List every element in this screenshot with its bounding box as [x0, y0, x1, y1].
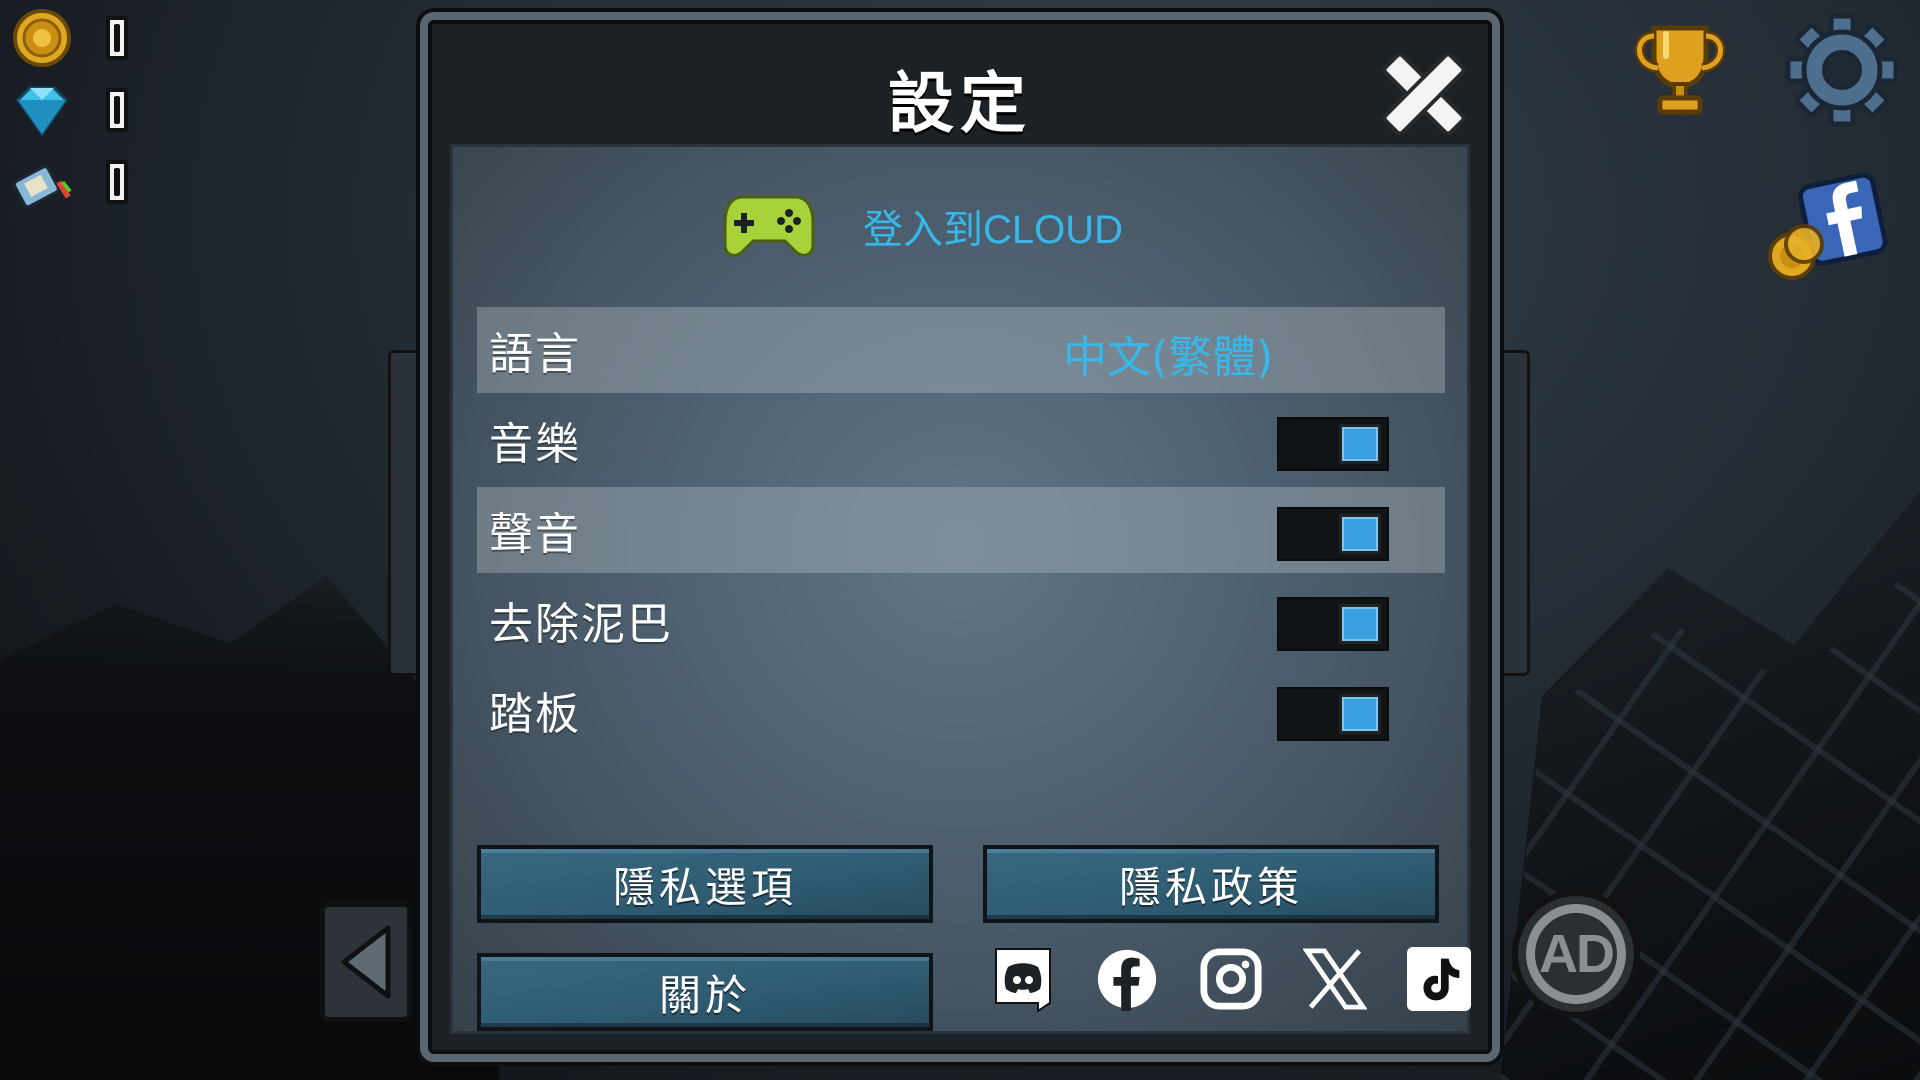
setting-row-pedals: 踏板	[477, 667, 1445, 753]
close-icon	[1382, 52, 1466, 136]
sound-toggle[interactable]	[1277, 507, 1389, 561]
cloud-login-label: 登入到CLOUD	[863, 208, 1124, 252]
language-value[interactable]: 中文(繁體)	[1063, 321, 1273, 385]
toggle-knob	[1339, 604, 1381, 644]
hud-gems: 0	[12, 80, 128, 140]
toggle-knob	[1339, 694, 1381, 734]
button-label: 關於	[658, 970, 751, 1020]
gem-count: 0	[106, 88, 128, 132]
back-button[interactable]	[320, 902, 412, 1022]
setting-row-music: 音樂	[477, 397, 1445, 483]
setting-row-language[interactable]: 語言 中文(繁體)	[477, 307, 1445, 393]
instagram-icon[interactable]	[1199, 945, 1263, 1013]
dialog-title: 設定	[888, 65, 1032, 142]
music-toggle[interactable]	[1277, 417, 1389, 471]
gamepad-icon	[723, 195, 815, 257]
hud-coins: 0	[12, 8, 128, 68]
button-label: 隱私政策	[1118, 862, 1303, 912]
setting-row-sound: 聲音	[477, 487, 1445, 573]
setting-label: 音樂	[489, 419, 581, 470]
ad-label: AD	[1539, 924, 1615, 984]
discord-icon[interactable]	[991, 945, 1055, 1013]
x-icon[interactable]	[1303, 945, 1367, 1013]
setting-row-remove-mud: 去除泥巴	[477, 577, 1445, 663]
gem-icon	[12, 80, 72, 140]
background-pillar	[1498, 350, 1530, 676]
privacy-policy-button[interactable]: 隱私政策	[983, 845, 1439, 923]
fuel-can-icon	[12, 152, 72, 212]
toggle-knob	[1339, 514, 1381, 554]
setting-label: 聲音	[489, 509, 581, 560]
hud-fuel: 0	[12, 152, 128, 212]
coin-count: 0	[106, 16, 128, 60]
button-label: 隱私選項	[612, 862, 797, 912]
settings-panel: 登入到CLOUD 語言 中文(繁體) 音樂 聲音 去除泥巴 踏板 隱私選項 隱私…	[450, 144, 1471, 1034]
setting-label: 語言	[489, 329, 581, 380]
privacy-options-button[interactable]: 隱私選項	[477, 845, 933, 923]
about-button[interactable]: 關於	[477, 953, 933, 1031]
tiktok-icon[interactable]	[1407, 945, 1471, 1013]
facebook-coin-icon[interactable]	[1764, 170, 1894, 290]
coin-icon	[12, 8, 72, 68]
gear-icon[interactable]	[1784, 12, 1900, 128]
back-arrow-icon	[341, 925, 391, 999]
ad-button[interactable]: AD	[1512, 890, 1640, 1018]
settings-dialog: 設定 登入到CLOUD 語言 中文(繁體) 音樂 聲音 去除泥巴 踏板 隱私選項…	[420, 12, 1500, 1062]
setting-label: 去除泥巴	[489, 599, 673, 650]
cloud-login-button[interactable]: 登入到CLOUD	[723, 193, 1123, 259]
trophy-icon[interactable]	[1620, 10, 1740, 130]
close-button[interactable]	[1374, 46, 1474, 142]
fuel-count: 0	[106, 160, 128, 204]
setting-label: 踏板	[489, 689, 581, 740]
facebook-icon[interactable]	[1095, 945, 1159, 1013]
pedals-toggle[interactable]	[1277, 687, 1389, 741]
toggle-knob	[1339, 424, 1381, 464]
remove-mud-toggle[interactable]	[1277, 597, 1389, 651]
